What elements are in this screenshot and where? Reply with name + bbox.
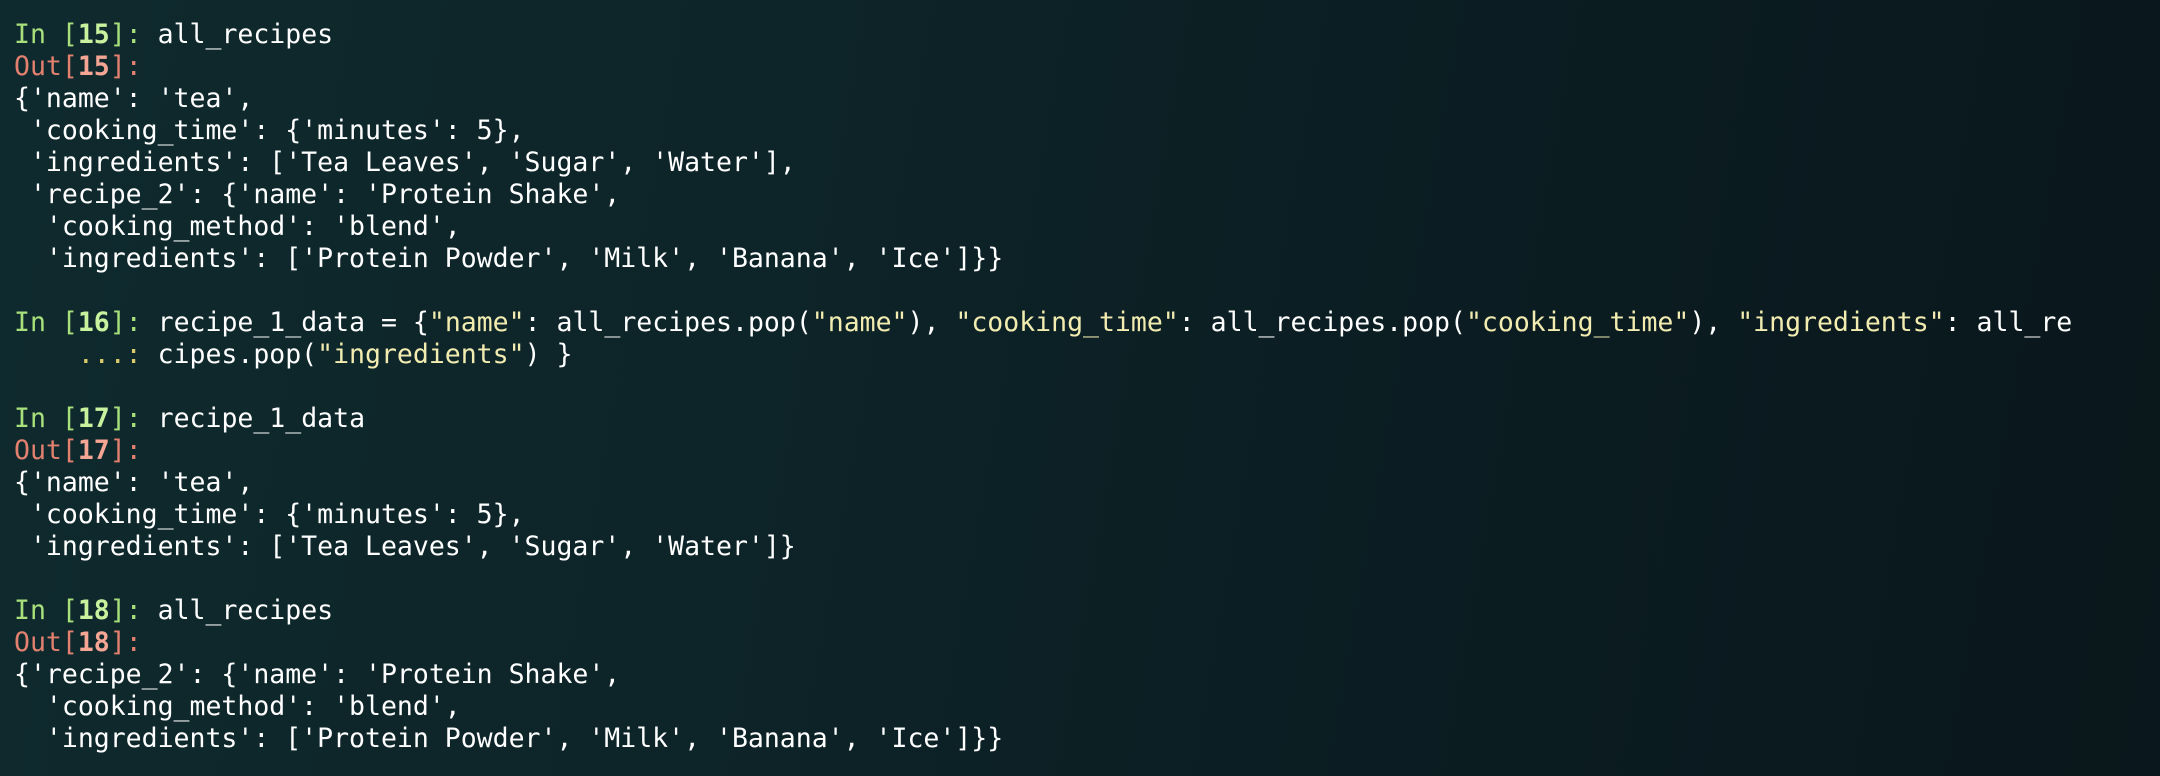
code-text: all_recipes xyxy=(157,595,334,626)
string-literal: "name" xyxy=(428,307,525,338)
output-line: 'ingredients': ['Protein Powder', 'Milk'… xyxy=(14,723,1004,754)
input-line: In [15]: all_recipes xyxy=(14,19,2144,51)
string-literal: "ingredients" xyxy=(1737,307,1945,338)
string-literal: "name" xyxy=(811,307,908,338)
out-prompt: Out[17]: xyxy=(14,435,142,466)
code-text: ), xyxy=(907,307,956,338)
continuation-line: ...: cipes.pop("ingredients") } xyxy=(14,339,2144,371)
out-prompt: Out[15]: xyxy=(14,51,142,82)
string-literal: "cooking_time" xyxy=(955,307,1179,338)
output-prompt-line: Out[17]: xyxy=(14,435,2144,467)
input-line: In [18]: all_recipes xyxy=(14,595,2144,627)
output-line: 'cooking_method': 'blend', xyxy=(14,691,461,722)
output-line: {'name': 'tea', xyxy=(14,467,254,498)
input-line: In [16]: recipe_1_data = {"name": all_re… xyxy=(14,307,2144,339)
code-text: : all_recipes.pop( xyxy=(1178,307,1466,338)
code-text: all_recipes xyxy=(157,19,334,50)
out-prompt: Out[18]: xyxy=(14,627,142,658)
code-text: : all_re xyxy=(1944,307,2073,338)
continuation-prompt: ...: xyxy=(14,339,158,370)
code-text: cipes.pop( xyxy=(157,339,318,370)
input-line: In [17]: recipe_1_data xyxy=(14,403,2144,435)
output-prompt-line: Out[15]: xyxy=(14,51,2144,83)
output-line: 'cooking_time': {'minutes': 5}, xyxy=(14,499,525,530)
code-text: recipe_1_data = { xyxy=(157,307,429,338)
in-prompt: In [18]: xyxy=(14,595,158,626)
code-text: ), xyxy=(1689,307,1738,338)
output-line: 'cooking_time': {'minutes': 5}, xyxy=(14,115,525,146)
in-prompt: In [15]: xyxy=(14,19,158,50)
output-line: 'recipe_2': {'name': 'Protein Shake', xyxy=(14,179,621,210)
string-literal: "ingredients" xyxy=(317,339,525,370)
code-text: recipe_1_data xyxy=(157,403,366,434)
output-line: 'cooking_method': 'blend', xyxy=(14,211,461,242)
output-prompt-line: Out[18]: xyxy=(14,627,2144,659)
code-text: : all_recipes.pop( xyxy=(524,307,812,338)
string-literal: "cooking_time" xyxy=(1465,307,1690,338)
output-line: 'ingredients': ['Tea Leaves', 'Sugar', '… xyxy=(14,147,796,178)
output-line: 'ingredients': ['Tea Leaves', 'Sugar', '… xyxy=(14,531,796,562)
output-line: 'ingredients': ['Protein Powder', 'Milk'… xyxy=(14,243,1004,274)
output-line: {'recipe_2': {'name': 'Protein Shake', xyxy=(14,659,621,690)
ipython-terminal[interactable]: In [15]: all_recipes Out[15]: {'name': '… xyxy=(14,19,2144,755)
in-prompt: In [16]: xyxy=(14,307,158,338)
output-line: {'name': 'tea', xyxy=(14,83,254,114)
code-text: ) } xyxy=(524,339,573,370)
in-prompt: In [17]: xyxy=(14,403,158,434)
